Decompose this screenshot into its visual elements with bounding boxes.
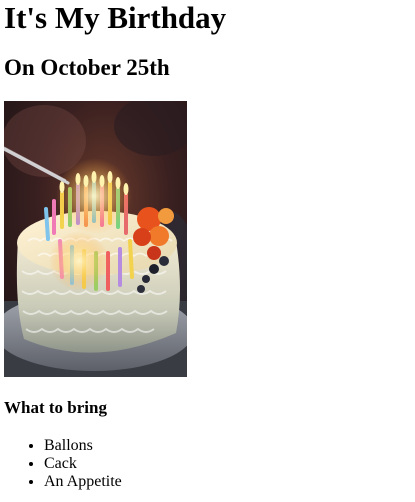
birthday-cake-photo	[4, 101, 187, 377]
list-item: An Appetite	[44, 473, 415, 491]
birthday-cake-image	[4, 101, 187, 377]
what-to-bring-heading: What to bring	[4, 398, 107, 417]
page-title: It's My Birthday	[4, 0, 227, 35]
page-subtitle: On October 25th	[4, 55, 170, 80]
list-item: Cack	[44, 455, 415, 473]
page: It's My Birthday On October 25th What to…	[0, 0, 415, 502]
list-item: Ballons	[44, 437, 415, 455]
bring-list: Ballons Cack An Appetite	[4, 437, 415, 491]
